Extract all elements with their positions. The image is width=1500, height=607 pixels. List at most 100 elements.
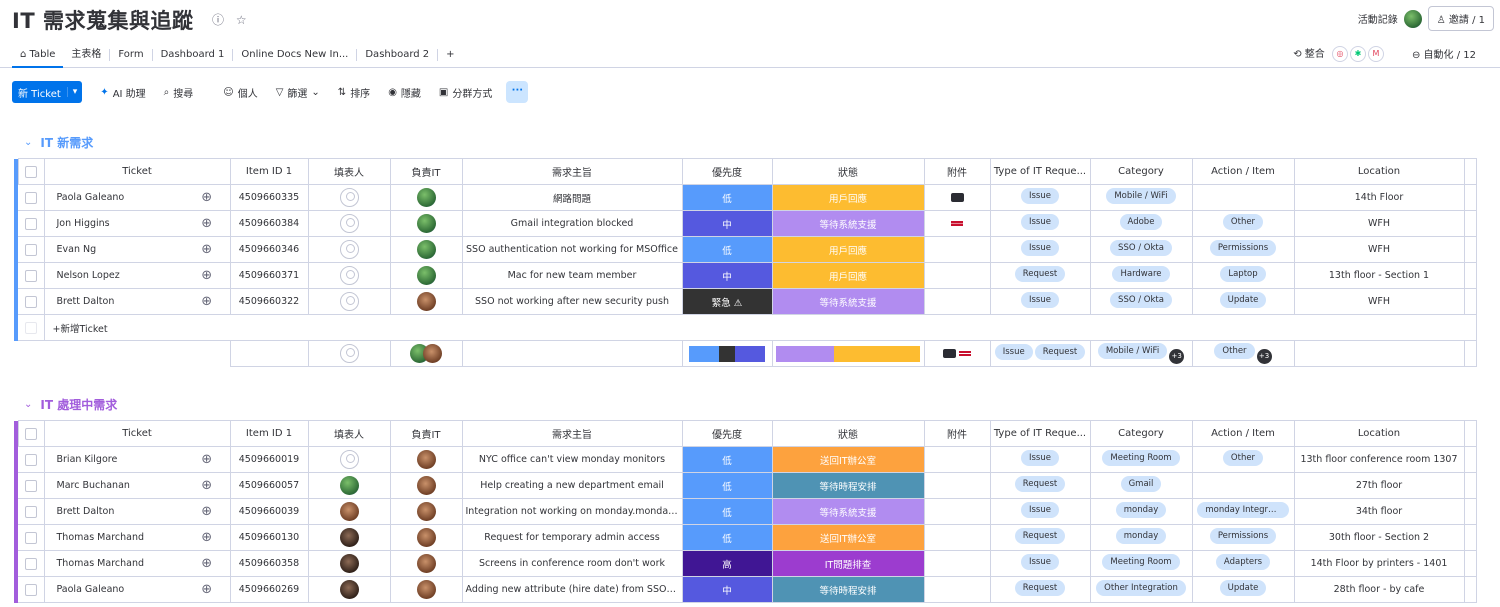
location[interactable]: 27th floor: [1293, 472, 1465, 499]
add-update-icon[interactable]: ⊕: [184, 446, 231, 473]
assignee-avatar[interactable]: [416, 188, 436, 207]
column-header[interactable]: Item ID 1: [229, 420, 309, 447]
filler-avatar[interactable]: [339, 580, 359, 599]
subject[interactable]: SSO authentication not working for MSOff…: [461, 236, 683, 263]
action-pill[interactable]: Laptop: [1220, 266, 1266, 282]
subject[interactable]: NYC office can't view monday monitors: [461, 446, 683, 473]
info-icon[interactable]: ⓘ: [212, 13, 224, 27]
more-options-button[interactable]: ···: [506, 81, 529, 103]
category-pill[interactable]: Hardware: [1112, 266, 1170, 282]
group-header-new[interactable]: ⌄ IT 新需求: [24, 134, 93, 151]
priority-label[interactable]: 低: [681, 498, 773, 525]
user-avatar[interactable]: [1403, 9, 1422, 28]
category-pill[interactable]: SSO / Okta: [1110, 240, 1172, 256]
chevron-down-icon[interactable]: ⌄: [24, 399, 32, 410]
ticket-name[interactable]: Jon Higgins: [43, 210, 184, 237]
assignee-cell[interactable]: [389, 236, 463, 263]
category-cell[interactable]: Adobe: [1089, 210, 1193, 237]
new-ticket-button[interactable]: 新 Ticket ▾: [12, 81, 83, 103]
status-label[interactable]: IT問題排查: [771, 550, 925, 577]
person-filter-button[interactable]: ☺ 個人: [223, 85, 257, 100]
type-cell[interactable]: Request: [989, 524, 1091, 551]
column-header[interactable]: Action / Item: [1191, 420, 1295, 447]
filler-cell[interactable]: [307, 210, 391, 237]
row-checkbox[interactable]: [18, 236, 45, 263]
tab-form[interactable]: Form: [110, 48, 153, 61]
filler-avatar[interactable]: [339, 240, 359, 259]
column-header[interactable]: 填表人: [307, 420, 391, 447]
subject[interactable]: Mac for new team member: [461, 262, 683, 289]
location[interactable]: WFH: [1293, 210, 1465, 237]
table-row[interactable]: Nelson Lopez ⊕ 4509660371 Mac for new team …: [14, 262, 1477, 289]
add-update-icon[interactable]: ⊕: [184, 472, 231, 499]
attachment-cell[interactable]: [923, 262, 991, 289]
status-label[interactable]: 用戶回應: [771, 184, 925, 211]
add-update-icon[interactable]: ⊕: [184, 550, 231, 577]
row-checkbox[interactable]: [18, 446, 45, 473]
category-cell[interactable]: SSO / Okta: [1089, 236, 1193, 263]
column-header[interactable]: Action / Item: [1191, 158, 1295, 185]
row-checkbox[interactable]: [18, 498, 45, 525]
attachment-cell[interactable]: [923, 524, 991, 551]
assignee-avatar[interactable]: [416, 292, 436, 311]
select-all-checkbox[interactable]: [17, 420, 45, 447]
assignee-avatar[interactable]: [416, 554, 436, 573]
add-update-icon[interactable]: ⊕: [184, 210, 231, 237]
assignee-cell[interactable]: [389, 550, 463, 577]
action-pill[interactable]: monday Integrati...: [1197, 502, 1289, 518]
category-cell[interactable]: Meeting Room: [1089, 550, 1193, 577]
add-view-button[interactable]: +: [438, 49, 462, 61]
action-pill[interactable]: Update: [1219, 580, 1267, 596]
action-cell[interactable]: Permissions: [1191, 236, 1295, 263]
action-pill[interactable]: Permissions: [1209, 240, 1277, 256]
assignee-cell[interactable]: [389, 524, 463, 551]
action-cell[interactable]: Adapters: [1191, 550, 1295, 577]
ticket-name[interactable]: Nelson Lopez: [43, 262, 184, 289]
ticket-name[interactable]: Thomas Marchand: [43, 524, 184, 551]
type-cell[interactable]: Issue: [989, 550, 1091, 577]
category-cell[interactable]: Mobile / WiFi: [1089, 184, 1193, 211]
add-ticket-input[interactable]: +新增Ticket: [43, 314, 1477, 341]
add-item-row[interactable]: +新增Ticket: [14, 314, 1477, 341]
category-summary[interactable]: Mobile / WiFi +3: [1089, 340, 1193, 367]
location[interactable]: 14th Floor: [1293, 184, 1465, 211]
status-summary[interactable]: [771, 340, 925, 367]
table-row[interactable]: Marc Buchanan ⊕ 4509660057 Help creating a …: [14, 472, 1477, 499]
action-cell[interactable]: Other: [1191, 446, 1295, 473]
type-pill[interactable]: Issue: [1021, 240, 1059, 256]
priority-label[interactable]: 中: [681, 262, 773, 289]
type-pill[interactable]: Request: [1014, 266, 1066, 282]
column-header[interactable]: 填表人: [307, 158, 391, 185]
column-header[interactable]: Type of IT Reque...: [989, 158, 1091, 185]
attachment-cell[interactable]: [923, 446, 991, 473]
type-cell[interactable]: Request: [989, 576, 1091, 603]
column-header[interactable]: 附件: [923, 420, 991, 447]
filler-cell[interactable]: [307, 262, 391, 289]
assignee-avatar[interactable]: [416, 214, 436, 233]
action-pill[interactable]: Other: [1222, 214, 1264, 230]
type-pill[interactable]: Request: [1014, 580, 1066, 596]
location[interactable]: 13th floor - Section 1: [1293, 262, 1465, 289]
location[interactable]: 13th floor conference room 1307: [1293, 446, 1465, 473]
table-row[interactable]: Thomas Marchand ⊕ 4509660358 Screens in con…: [14, 550, 1477, 577]
subject[interactable]: Integration not working on monday.monday…: [461, 498, 683, 525]
attachment-cell[interactable]: [923, 288, 991, 315]
subject[interactable]: Help creating a new department email: [461, 472, 683, 499]
add-update-icon[interactable]: ⊕: [184, 576, 231, 603]
location[interactable]: 14th Floor by printers - 1401: [1293, 550, 1465, 577]
column-header[interactable]: Category: [1089, 420, 1193, 447]
category-pill[interactable]: Meeting Room: [1102, 554, 1180, 570]
location[interactable]: 34th floor: [1293, 498, 1465, 525]
hide-button[interactable]: ◉ 隱藏: [388, 85, 421, 100]
subject[interactable]: SSO not working after new security push: [461, 288, 683, 315]
tab-table[interactable]: ⌂ Table: [12, 42, 64, 68]
category-pill[interactable]: monday: [1115, 528, 1167, 544]
filler-avatar[interactable]: [339, 292, 359, 311]
filler-avatar[interactable]: [339, 266, 359, 285]
action-cell[interactable]: Permissions: [1191, 524, 1295, 551]
assignee-cell[interactable]: [389, 498, 463, 525]
type-pill[interactable]: Issue: [1021, 554, 1059, 570]
table-row[interactable]: Paola Galeano ⊕ 4509660335 網路問題低用戶回應 Issue Mo…: [14, 184, 1477, 211]
ticket-name[interactable]: Brian Kilgore: [43, 446, 184, 473]
category-pill[interactable]: Meeting Room: [1102, 450, 1180, 466]
